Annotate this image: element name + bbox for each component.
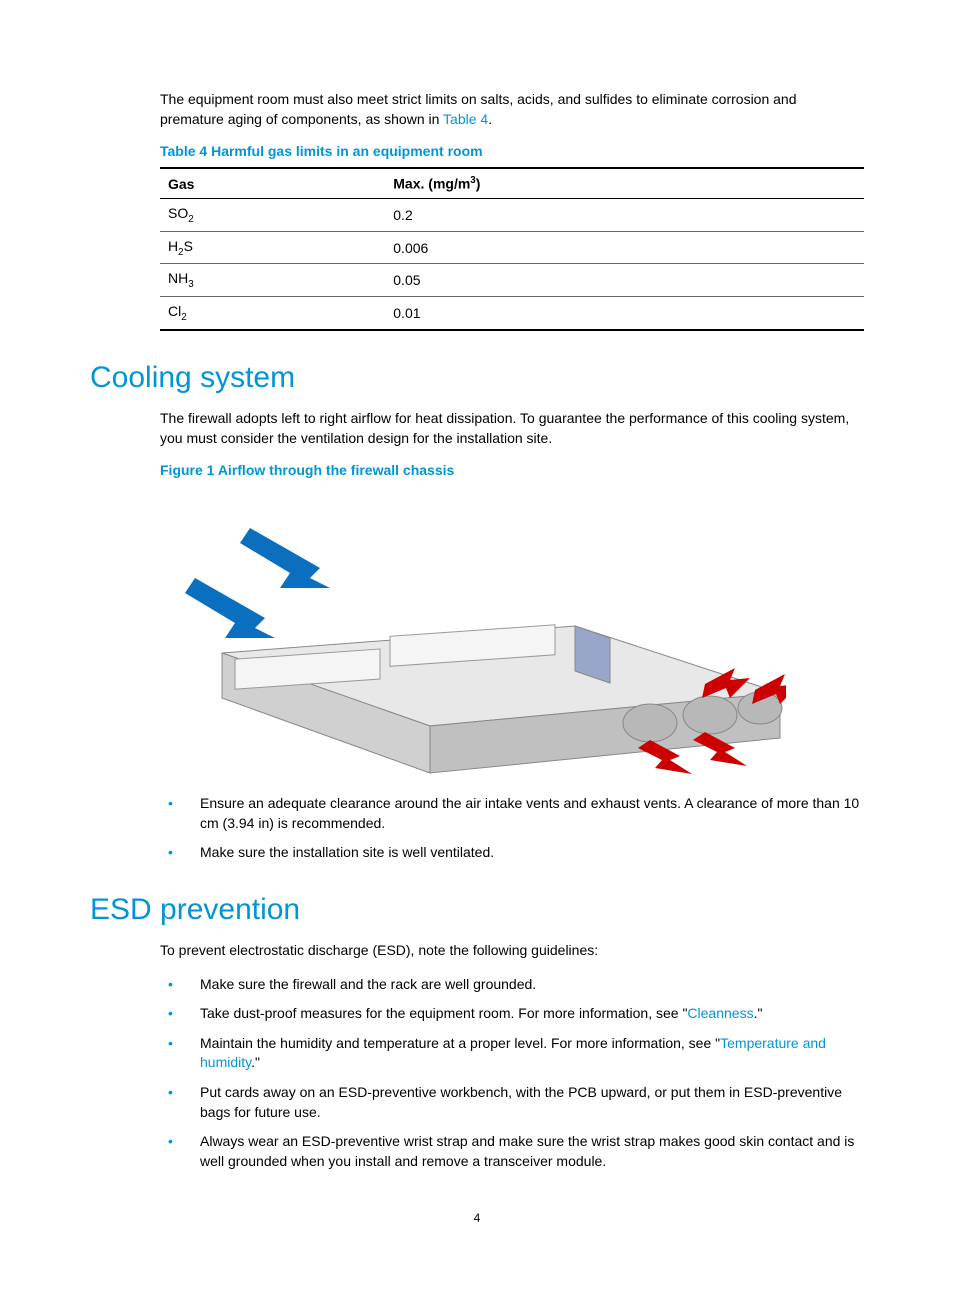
max-cell: 0.05 (385, 264, 864, 297)
table-row: SO2 0.2 (160, 198, 864, 231)
document-page: The equipment room must also meet strict… (0, 0, 954, 1265)
table-4: Gas Max. (mg/m3) SO2 0.2 H2S 0.006 NH3 0… (160, 167, 864, 331)
gas-cell: SO2 (160, 198, 385, 231)
table-4-crossref-link[interactable]: Table 4 (443, 111, 488, 127)
table-row: NH3 0.05 (160, 264, 864, 297)
firewall-airflow-icon (180, 488, 786, 774)
table-header-row: Gas Max. (mg/m3) (160, 168, 864, 198)
page-number: 4 (90, 1211, 864, 1225)
list-item: Take dust-proof measures for the equipme… (160, 1004, 864, 1024)
figure-1-caption: Figure 1 Airflow through the firewall ch… (160, 462, 864, 478)
gas-cell: Cl2 (160, 297, 385, 330)
list-item: Always wear an ESD-preventive wrist stra… (160, 1132, 864, 1171)
table-row: H2S 0.006 (160, 231, 864, 264)
list-item: Make sure the installation site is well … (160, 843, 864, 863)
max-cell: 0.2 (385, 198, 864, 231)
cooling-bullet-list: Ensure an adequate clearance around the … (160, 794, 864, 863)
list-item: Ensure an adequate clearance around the … (160, 794, 864, 833)
esd-intro: To prevent electrostatic discharge (ESD)… (160, 941, 864, 961)
gas-cell: NH3 (160, 264, 385, 297)
max-cell: 0.01 (385, 297, 864, 330)
table-4-caption: Table 4 Harmful gas limits in an equipme… (160, 143, 864, 159)
figure-1-airflow-diagram (180, 488, 786, 774)
intro-text-post: . (488, 111, 492, 127)
table-header-gas: Gas (160, 168, 385, 198)
cleanness-link[interactable]: Cleanness (687, 1005, 753, 1021)
esd-prevention-heading: ESD prevention (90, 893, 864, 927)
intro-paragraph: The equipment room must also meet strict… (160, 90, 864, 129)
cooling-system-heading: Cooling system (90, 361, 864, 395)
table-header-max: Max. (mg/m3) (385, 168, 864, 198)
gas-cell: H2S (160, 231, 385, 264)
list-item: Make sure the firewall and the rack are … (160, 975, 864, 995)
list-item: Put cards away on an ESD-preventive work… (160, 1083, 864, 1122)
esd-bullet-list: Make sure the firewall and the rack are … (160, 975, 864, 1172)
table-row: Cl2 0.01 (160, 297, 864, 330)
cooling-paragraph: The firewall adopts left to right airflo… (160, 409, 864, 448)
list-item: Maintain the humidity and temperature at… (160, 1034, 864, 1073)
max-cell: 0.006 (385, 231, 864, 264)
